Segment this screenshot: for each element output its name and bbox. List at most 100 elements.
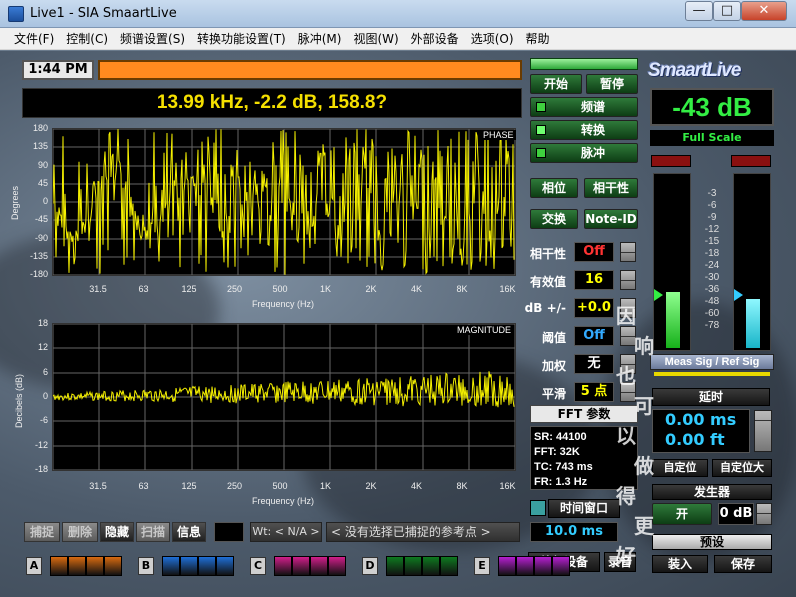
param-value[interactable]: Off (574, 242, 614, 262)
magnitude-x-label: Frequency (Hz) (252, 496, 315, 506)
coherence-button[interactable]: 相干性 (584, 178, 638, 198)
menu-help[interactable]: 帮助 (520, 30, 556, 47)
watermark-char: 以 (616, 424, 636, 448)
bank-e-slot[interactable] (516, 556, 534, 576)
start-button[interactable]: 开始 (530, 74, 582, 94)
transfer-button[interactable]: 转换 (530, 120, 638, 140)
param-value[interactable]: 16 (574, 270, 614, 290)
bank-c-slot[interactable] (328, 556, 346, 576)
x-tick-label: 63 (138, 284, 149, 294)
time-window-value[interactable]: 10.0 ms (530, 522, 618, 542)
phase-plot[interactable] (52, 128, 516, 276)
y-tick-label: 135 (32, 141, 48, 152)
delay-spinner[interactable] (754, 410, 772, 452)
load-button[interactable]: 装入 (652, 555, 708, 573)
scan-button[interactable]: 扫描 (136, 522, 170, 542)
auto-locate-button[interactable]: 自定位 (652, 459, 708, 477)
bank-c-label[interactable]: C (250, 557, 266, 575)
bank-b-slot[interactable] (216, 556, 234, 576)
menu-options[interactable]: 选项(O) (465, 30, 520, 47)
bank-a-slot[interactable] (68, 556, 86, 576)
capture-button[interactable]: 捕捉 (24, 522, 60, 542)
bank-a-slot[interactable] (50, 556, 68, 576)
bank-d-slot[interactable] (404, 556, 422, 576)
meas-ref-button[interactable]: Meas Sig / Ref Sig (650, 354, 774, 370)
bank-b-slot[interactable] (162, 556, 180, 576)
bank-a-slot[interactable] (104, 556, 122, 576)
reference-selector[interactable]: < 没有选择已捕捉的参考点 > (326, 522, 520, 542)
watermark-char: 更 (634, 514, 654, 538)
bank-c-slot[interactable] (310, 556, 328, 576)
delay-display: 0.00 ms 0.00 ft (652, 409, 750, 453)
minimize-button[interactable]: — (685, 1, 713, 21)
y-tick-label: -135 (29, 250, 48, 261)
bank-e-slot[interactable] (534, 556, 552, 576)
bank-e-label[interactable]: E (474, 557, 490, 575)
y-tick-label: -90 (34, 232, 48, 243)
delete-button[interactable]: 删除 (62, 522, 98, 542)
x-tick-label: 8K (456, 284, 468, 294)
menu-transfer-settings[interactable]: 转换功能设置(T) (191, 30, 292, 47)
bank-d-slot[interactable] (386, 556, 404, 576)
hide-button[interactable]: 隐藏 (100, 522, 134, 542)
input-meter-right (733, 173, 771, 351)
menu-control[interactable]: 控制(C) (60, 30, 114, 47)
weight-selector[interactable]: Wt: < N/A > (250, 522, 322, 542)
preset-button[interactable]: 预设 (652, 534, 772, 550)
x-tick-label: 2K (365, 284, 377, 294)
param-value[interactable]: Off (574, 326, 614, 346)
param-value[interactable]: 无 (574, 354, 614, 374)
bank-b-label[interactable]: B (138, 557, 154, 575)
bank-d-label[interactable]: D (362, 557, 378, 575)
crossover-button[interactable]: 交换 (530, 209, 578, 229)
impulse-button[interactable]: 脉冲 (530, 143, 638, 163)
transfer-led (536, 125, 546, 135)
time-window-button[interactable]: 时间窗口 (548, 499, 620, 518)
param-value[interactable]: +0.0 (574, 298, 614, 318)
delay-ft: 0.00 ft (665, 430, 725, 449)
param-spinner[interactable] (620, 270, 636, 290)
bank-b-slot[interactable] (198, 556, 216, 576)
close-button[interactable]: ✕ (741, 1, 787, 21)
maximize-button[interactable]: □ (713, 1, 741, 21)
impulse-led (536, 148, 546, 158)
full-scale-label: Full Scale (650, 130, 774, 146)
input-meter-left-fill (666, 292, 680, 348)
watermark-char: 可 (634, 394, 654, 418)
delay-title[interactable]: 延时 (652, 388, 770, 406)
generator-spinner[interactable] (756, 503, 772, 525)
app-icon (8, 6, 24, 22)
pause-button[interactable]: 暂停 (586, 74, 638, 94)
watermark-char: 得 (616, 484, 636, 508)
bank-b-slot[interactable] (180, 556, 198, 576)
time-window-toggle[interactable] (530, 500, 546, 516)
bank-e-slot[interactable] (552, 556, 570, 576)
bank-c-slot[interactable] (292, 556, 310, 576)
menu-view[interactable]: 视图(W) (347, 30, 404, 47)
save-button[interactable]: 保存 (714, 555, 772, 573)
phase-button[interactable]: 相位 (530, 178, 578, 198)
generator-on-button[interactable]: 开 (652, 503, 712, 525)
menu-impulse[interactable]: 脉冲(M) (292, 30, 348, 47)
bank-a-slot[interactable] (86, 556, 104, 576)
y-tick-label: -6 (39, 415, 48, 426)
capture-swatch (214, 522, 244, 542)
x-tick-label: 500 (272, 481, 288, 491)
spectrum-button[interactable]: 频谱 (530, 97, 638, 117)
bank-d-slot[interactable] (440, 556, 458, 576)
magnitude-plot[interactable] (52, 323, 516, 471)
menu-spectrum-settings[interactable]: 频谱设置(S) (114, 30, 191, 47)
note-id-button[interactable]: Note-ID (584, 209, 638, 229)
param-spinner[interactable] (620, 242, 636, 262)
auto-locate-big-button[interactable]: 自定位大 (712, 459, 772, 477)
meter-pointer-right[interactable] (734, 289, 743, 301)
bank-c-slot[interactable] (274, 556, 292, 576)
generator-level[interactable]: 0 dB (718, 503, 754, 525)
param-value[interactable]: 5 点 (574, 382, 614, 402)
bank-d-slot[interactable] (422, 556, 440, 576)
info-button[interactable]: 信息 (172, 522, 206, 542)
menu-external[interactable]: 外部设备 (405, 30, 465, 47)
menu-file[interactable]: 文件(F) (8, 30, 60, 47)
bank-a-label[interactable]: A (26, 557, 42, 575)
bank-e-slot[interactable] (498, 556, 516, 576)
